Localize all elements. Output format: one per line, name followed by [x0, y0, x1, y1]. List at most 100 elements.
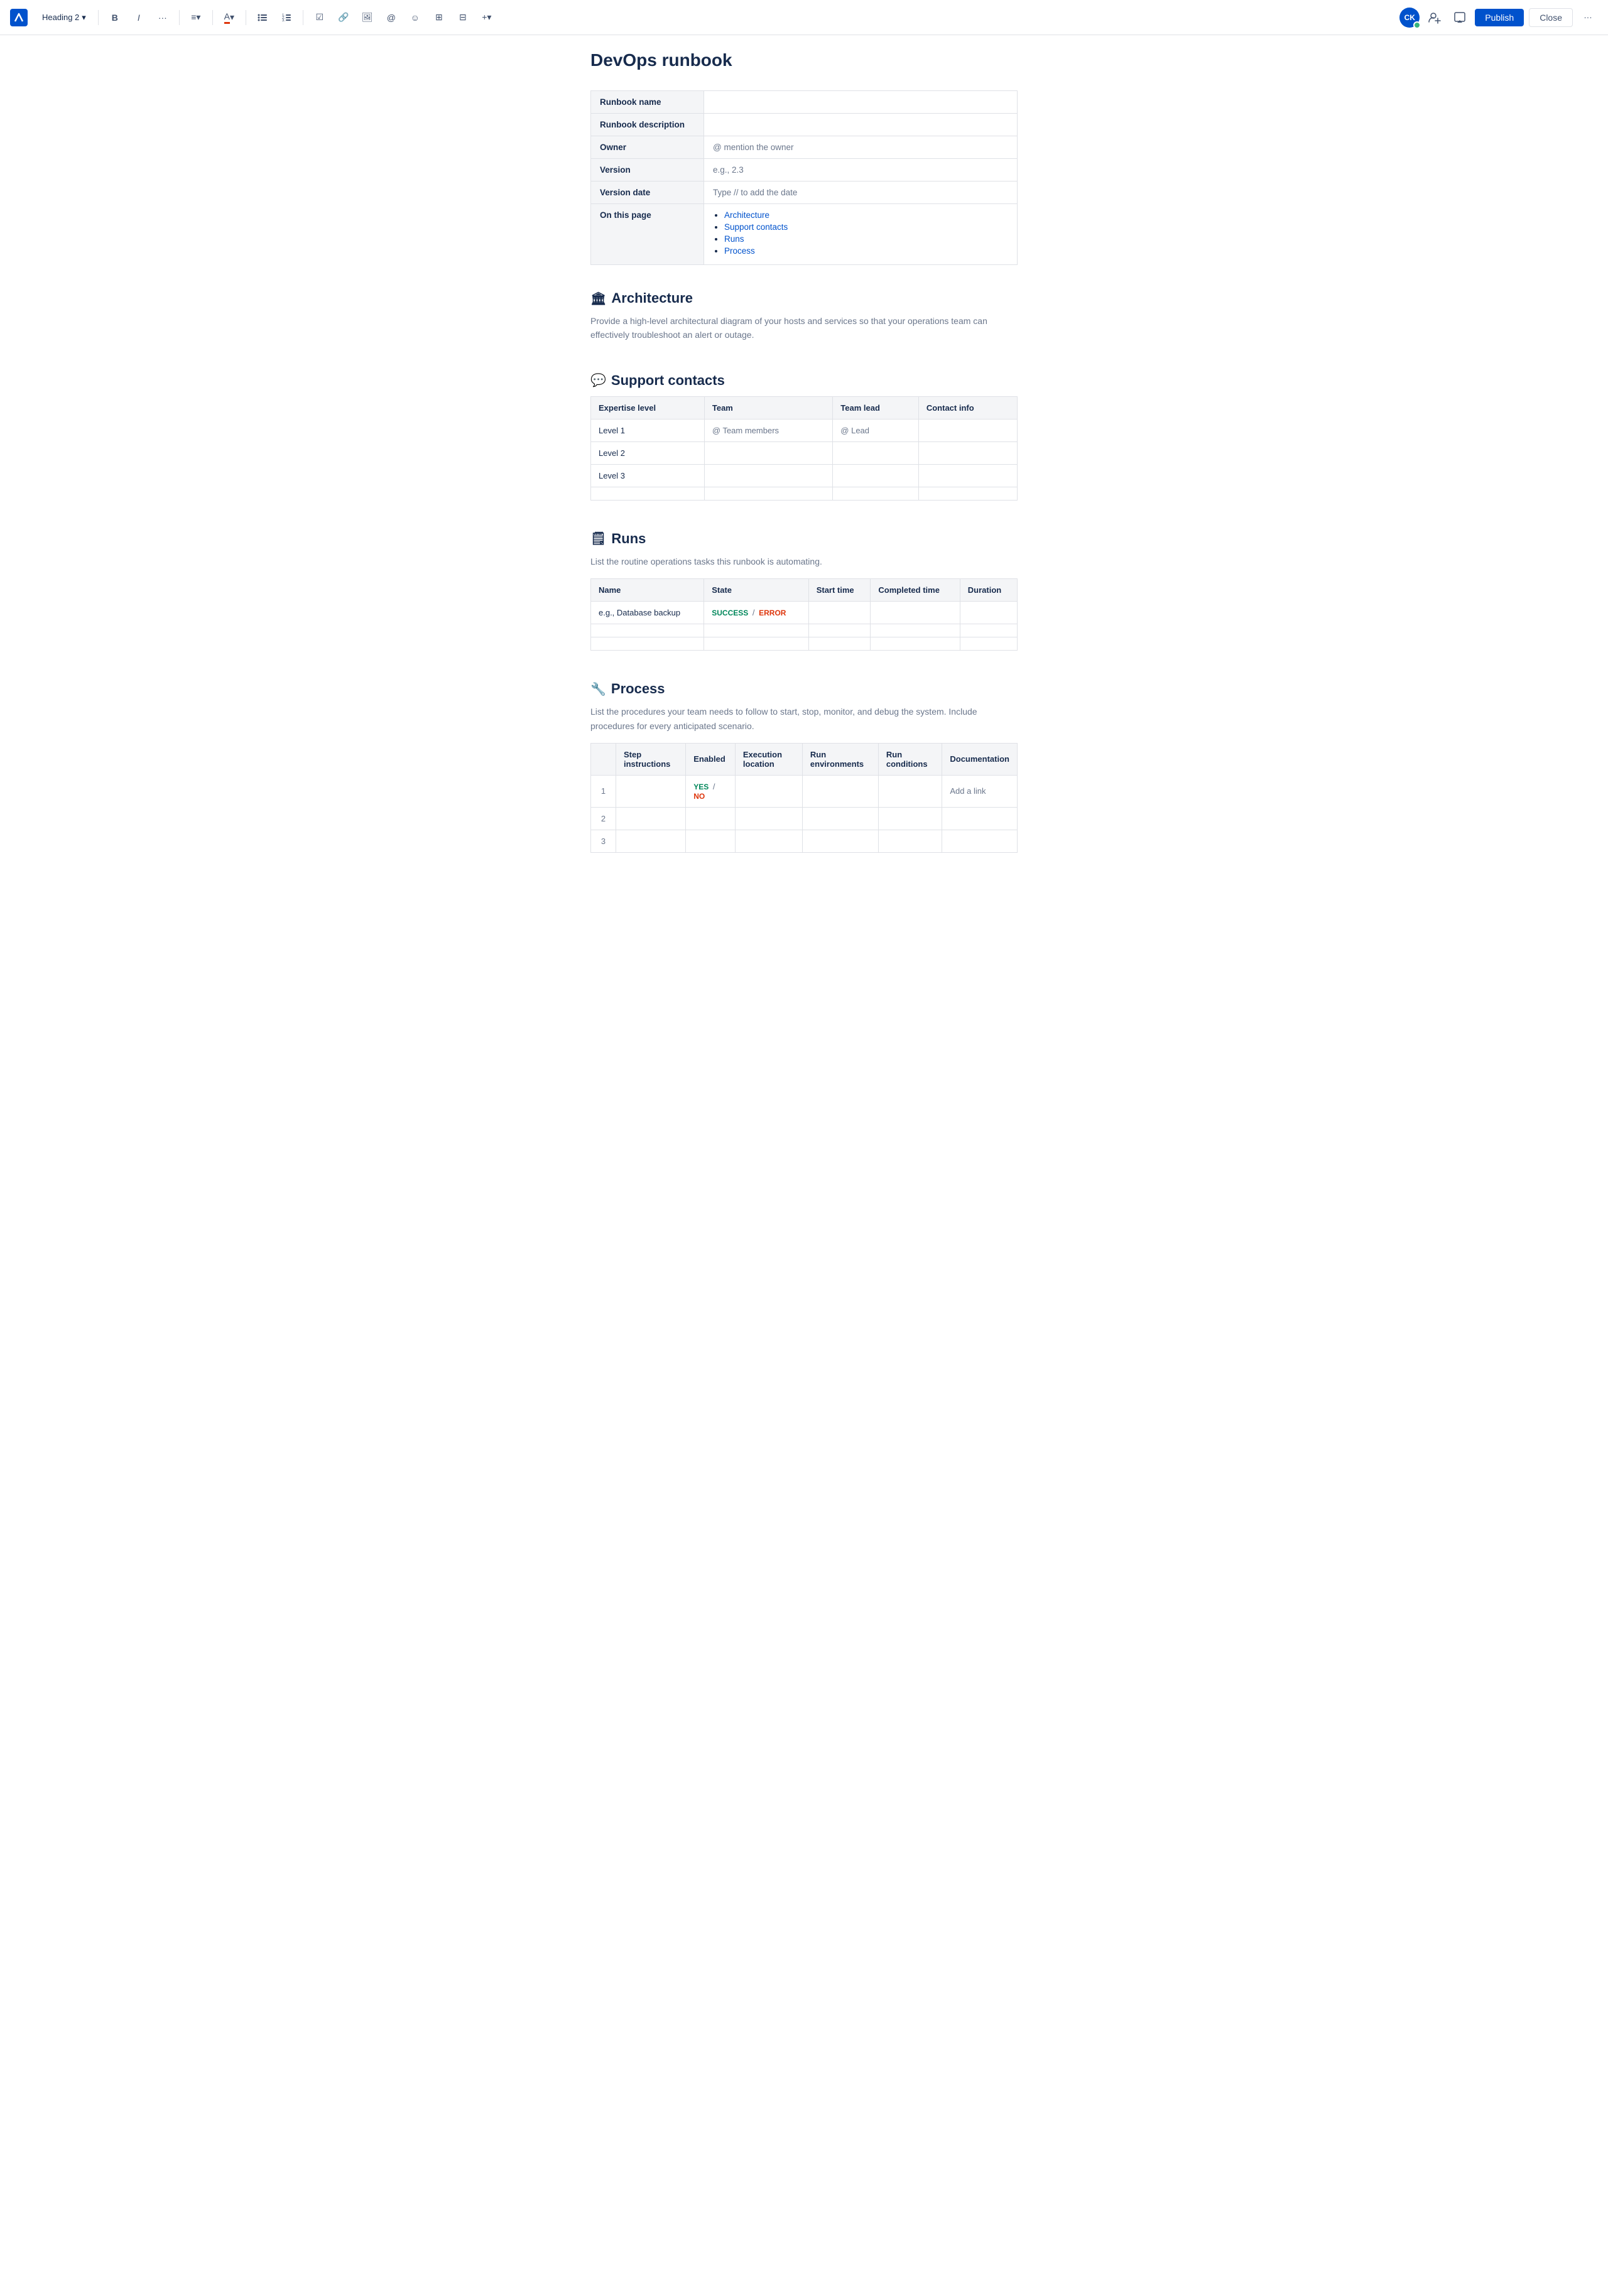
- owner-value[interactable]: @ mention the owner: [704, 136, 1018, 159]
- process-step-3[interactable]: [616, 830, 686, 852]
- bold-button[interactable]: B: [105, 8, 125, 28]
- mention-button[interactable]: @: [381, 8, 401, 28]
- image-button[interactable]: 🖼: [357, 8, 378, 28]
- team-empty[interactable]: [704, 487, 832, 500]
- run-start-3[interactable]: [808, 637, 871, 651]
- process-exec-1[interactable]: [735, 775, 802, 807]
- enabled-sep: /: [713, 782, 715, 791]
- alignment-button[interactable]: ≡▾: [186, 8, 206, 28]
- run-state-1[interactable]: SUCCESS / ERROR: [704, 602, 808, 624]
- layout-button[interactable]: ⊟: [453, 8, 473, 28]
- publish-button[interactable]: Publish: [1475, 9, 1524, 26]
- process-enabled-3[interactable]: [686, 830, 736, 852]
- run-name-2[interactable]: [591, 624, 704, 637]
- overflow-menu-button[interactable]: ···: [1578, 8, 1598, 28]
- runs-heading-text[interactable]: Runs: [611, 531, 646, 547]
- collaborate-button[interactable]: [1450, 8, 1470, 28]
- process-cond-3[interactable]: [878, 830, 942, 852]
- run-state-3[interactable]: [704, 637, 808, 651]
- italic-button[interactable]: I: [129, 8, 149, 28]
- run-name-3[interactable]: [591, 637, 704, 651]
- process-cond-2[interactable]: [878, 807, 942, 830]
- lead-1[interactable]: @ Lead: [833, 419, 919, 441]
- process-enabled-1[interactable]: YES / NO: [686, 775, 736, 807]
- support-contacts-heading-text[interactable]: Support contacts: [611, 372, 725, 389]
- close-button[interactable]: Close: [1529, 8, 1573, 27]
- process-step-1[interactable]: [616, 775, 686, 807]
- process-env-3[interactable]: [802, 830, 878, 852]
- contact-3[interactable]: [918, 464, 1017, 487]
- expertise-level-3[interactable]: Level 3: [591, 464, 705, 487]
- heading-style-dropdown[interactable]: Heading 2 ▾: [36, 9, 92, 26]
- contact-2[interactable]: [918, 441, 1017, 464]
- version-date-value[interactable]: Type // to add the date: [704, 181, 1018, 204]
- table-row: Level 3: [591, 464, 1018, 487]
- avatar[interactable]: CK: [1399, 8, 1420, 28]
- link-button[interactable]: 🔗: [334, 8, 354, 28]
- process-env-2[interactable]: [802, 807, 878, 830]
- process-exec-3[interactable]: [735, 830, 802, 852]
- run-start-2[interactable]: [808, 624, 871, 637]
- table-button[interactable]: ⊞: [429, 8, 449, 28]
- process-step-2[interactable]: [616, 807, 686, 830]
- run-start-1[interactable]: [808, 602, 871, 624]
- run-name-1[interactable]: e.g., Database backup: [591, 602, 704, 624]
- process-description: List the procedures your team needs to f…: [590, 705, 1018, 733]
- task-list-button[interactable]: ☑: [310, 8, 330, 28]
- no-badge: NO: [693, 792, 705, 801]
- team-3[interactable]: [704, 464, 832, 487]
- process-enabled-col-header: Enabled: [686, 743, 736, 775]
- emoji-button[interactable]: ☺: [405, 8, 425, 28]
- page-title[interactable]: DevOps runbook: [590, 50, 1018, 70]
- support-contacts-section: 💬 Support contacts Expertise level Team …: [590, 372, 1018, 501]
- architecture-heading-text[interactable]: Architecture: [611, 290, 693, 306]
- runs-emoji: 🗒: [590, 531, 606, 546]
- run-duration-1[interactable]: [960, 602, 1017, 624]
- run-state-2[interactable]: [704, 624, 808, 637]
- lead-2[interactable]: [833, 441, 919, 464]
- contact-empty[interactable]: [918, 487, 1017, 500]
- contact-1[interactable]: [918, 419, 1017, 441]
- run-duration-2[interactable]: [960, 624, 1017, 637]
- process-doc-2[interactable]: [942, 807, 1018, 830]
- process-enabled-2[interactable]: [686, 807, 736, 830]
- state-separator: /: [752, 608, 755, 617]
- toc-architecture-link[interactable]: Architecture: [724, 210, 769, 220]
- expertise-empty[interactable]: [591, 487, 705, 500]
- table-row: Level 1 @ Team members @ Lead: [591, 419, 1018, 441]
- expertise-col-header: Expertise level: [591, 396, 705, 419]
- insert-more-button[interactable]: +▾: [477, 8, 497, 28]
- toc-process-link[interactable]: Process: [724, 246, 755, 256]
- process-row-num-1: 1: [591, 775, 616, 807]
- process-heading-text[interactable]: Process: [611, 681, 665, 697]
- team-1[interactable]: @ Team members: [704, 419, 832, 441]
- team-2[interactable]: [704, 441, 832, 464]
- table-row: 1 YES / NO Add a link: [591, 775, 1018, 807]
- version-value[interactable]: e.g., 2.3: [704, 159, 1018, 181]
- run-completed-2[interactable]: [871, 624, 960, 637]
- process-doc-1[interactable]: Add a link: [942, 775, 1018, 807]
- process-doc-3[interactable]: [942, 830, 1018, 852]
- process-cond-1[interactable]: [878, 775, 942, 807]
- runbook-name-value[interactable]: [704, 91, 1018, 114]
- add-collaborator-button[interactable]: [1425, 8, 1445, 28]
- runbook-desc-value[interactable]: [704, 114, 1018, 136]
- avatar-online-badge: [1413, 21, 1421, 29]
- table-row: Level 2: [591, 441, 1018, 464]
- lead-3[interactable]: [833, 464, 919, 487]
- bullet-list-button[interactable]: [253, 8, 273, 28]
- toc-support-link[interactable]: Support contacts: [724, 222, 788, 232]
- process-env-1[interactable]: [802, 775, 878, 807]
- expertise-level-2[interactable]: Level 2: [591, 441, 705, 464]
- run-duration-3[interactable]: [960, 637, 1017, 651]
- process-exec-2[interactable]: [735, 807, 802, 830]
- toc-runs-link[interactable]: Runs: [724, 234, 744, 244]
- run-completed-3[interactable]: [871, 637, 960, 651]
- more-formatting-button[interactable]: ···: [153, 8, 173, 28]
- ordered-list-button[interactable]: 1. 2. 3.: [276, 8, 296, 28]
- run-completed-1[interactable]: [871, 602, 960, 624]
- support-contacts-heading: 💬 Support contacts: [590, 372, 1018, 389]
- lead-empty[interactable]: [833, 487, 919, 500]
- text-color-button[interactable]: A▾: [219, 8, 239, 28]
- expertise-level-1[interactable]: Level 1: [591, 419, 705, 441]
